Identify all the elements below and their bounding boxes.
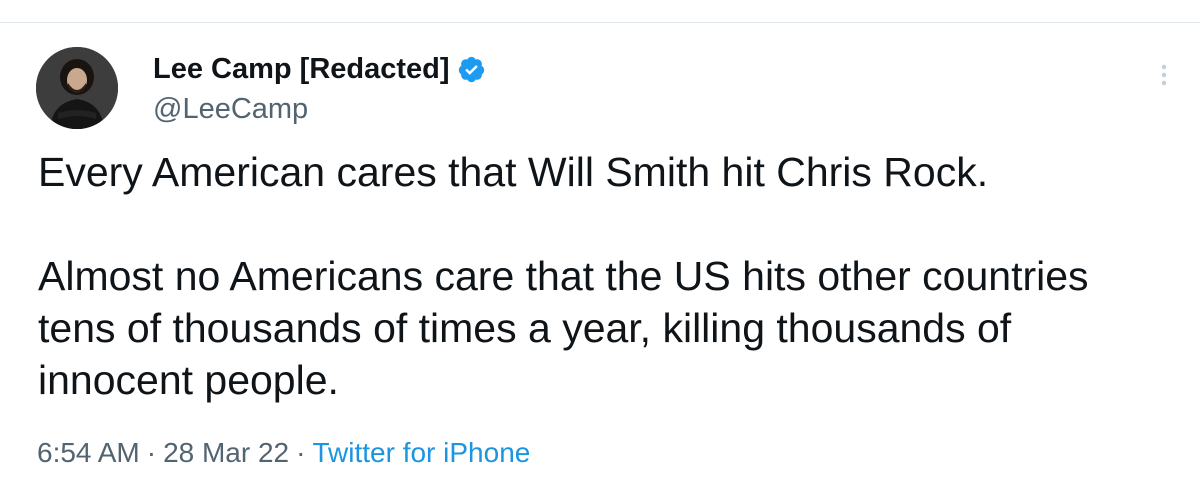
display-name[interactable]: Lee Camp [Redacted] [153,53,450,86]
meta-separator: · [296,437,306,468]
tweet-text: Every American cares that Will Smith hit… [38,149,1089,403]
tweet-card: Lee Camp [Redacted] @LeeCamp Every Ameri… [0,23,1200,495]
avatar[interactable] [36,47,118,129]
meta-separator: · [146,437,157,468]
tweet-source-link[interactable]: Twitter for iPhone [312,437,530,469]
tweet-meta: 6:54 AM · 28 Mar 22 · Twitter for iPhone [37,437,530,469]
tweet-date[interactable]: 28 Mar 22 [163,437,289,469]
verified-badge-icon [457,55,486,84]
more-options-icon[interactable] [1150,57,1178,97]
avatar-photo [36,47,118,129]
author-handle[interactable]: @LeeCamp [153,93,308,126]
author-name-row: Lee Camp [Redacted] [153,51,486,87]
tweet-time[interactable]: 6:54 AM [37,437,140,469]
